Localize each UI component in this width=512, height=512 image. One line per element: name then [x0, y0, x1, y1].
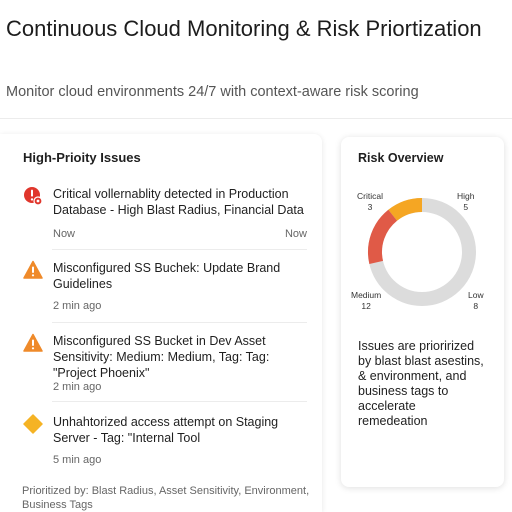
issue-timestamp: Now	[53, 228, 76, 240]
issues-card-title: High-Prioity Issues	[23, 150, 141, 165]
issue-description: Misconfigured SS Buchek: Update Brand Gu…	[53, 261, 281, 291]
overview-card-title: Risk Overview	[358, 151, 444, 165]
legend-medium-label: Medium	[351, 290, 382, 300]
issue-timestamp-right: Now	[284, 228, 307, 240]
legend-high-value: 5	[463, 202, 469, 212]
issue-item-warning[interactable]: Misconfigured SS Buchek: Update Brand Gu…	[23, 260, 307, 314]
issue-timestamp: 2 min ago	[53, 300, 102, 312]
issue-divider	[52, 401, 307, 402]
donut-segment-critical	[388, 198, 423, 221]
page-subtitle: Monitor cloud environments 24/7 with con…	[6, 84, 419, 100]
overview-description: Issues are priorirized by blast blast as…	[358, 339, 484, 428]
diamond-alert-icon	[23, 414, 43, 434]
legend-low: Low 8	[468, 290, 484, 312]
issue-timestamp: 5 min ago	[53, 454, 102, 466]
legend-medium: Medium 12	[351, 290, 381, 312]
issue-item-warning[interactable]: Misconfigured SS Bucket in Dev Asset Sen…	[23, 333, 307, 395]
critical-alert-icon	[24, 187, 43, 206]
issue-description: Critical vollernablity detected in Produ…	[53, 187, 304, 217]
prioritization-footer: Prioritized by: Blast Radius, Asset Sens…	[22, 485, 310, 511]
issue-item-unauthorized-access[interactable]: Unhahtorized access attempt on Staging S…	[23, 414, 307, 470]
legend-critical: Critical 3	[357, 191, 383, 213]
header-divider	[0, 118, 512, 119]
issue-description: Misconfigured SS Bucket in Dev Asset Sen…	[53, 334, 270, 380]
legend-critical-value: 3	[367, 202, 373, 212]
legend-high: High 5	[457, 191, 474, 213]
risk-overview-card: Risk Overview Critical 3 High 5 Medium 1…	[341, 137, 504, 487]
issue-timestamp: 2 min ago	[53, 381, 102, 393]
legend-low-value: 8	[473, 301, 479, 311]
issue-description: Unhahtorized access attempt on Staging S…	[53, 415, 279, 445]
issue-divider	[52, 322, 307, 323]
legend-low-label: Low	[468, 290, 484, 300]
warning-icon	[23, 260, 43, 279]
legend-high-label: High	[457, 191, 475, 201]
issue-divider	[52, 249, 307, 250]
page-header: Continuous Cloud Monitoring & Risk Prior…	[0, 0, 512, 120]
donut-segment-high	[368, 209, 398, 265]
legend-medium-value: 12	[361, 301, 371, 311]
issue-item-critical[interactable]: Critical vollernablity detected in Produ…	[23, 186, 307, 244]
legend-critical-label: Critical	[357, 191, 383, 201]
high-priority-issues-card: High-Prioity Issues Critical vollernabli…	[0, 134, 322, 512]
warning-icon	[23, 333, 43, 352]
page-title: Continuous Cloud Monitoring & Risk Prior…	[6, 16, 482, 41]
